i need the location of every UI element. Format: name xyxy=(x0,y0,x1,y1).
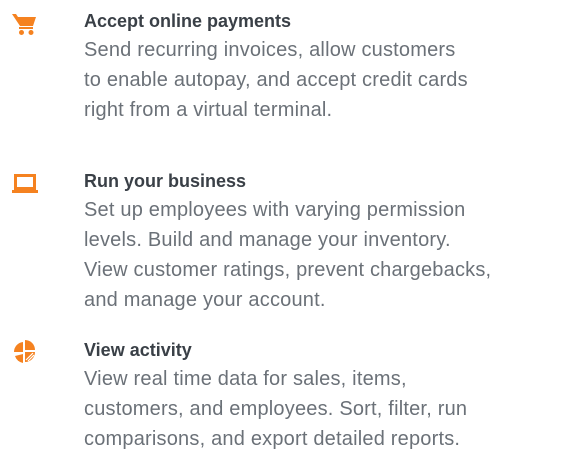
description-line: View real time data for sales, items, xyxy=(84,368,407,390)
description-line: to enable autopay, and accept credit car… xyxy=(84,69,468,91)
description-line: customers, and employees. Sort, filter, … xyxy=(84,398,468,420)
feature-title: Run your business xyxy=(84,171,247,191)
description-line: Set up employees with varying permission xyxy=(84,199,466,221)
feature-text: Run your business Set up employees with … xyxy=(84,170,580,315)
description-line: Send recurring invoices, allow customers xyxy=(84,39,456,61)
feature-title: Accept online payments xyxy=(84,11,292,31)
description-line: View customer ratings, prevent chargebac… xyxy=(84,259,492,281)
pie-chart-icon xyxy=(12,339,38,363)
feature-text: Accept online payments Send recurring in… xyxy=(84,10,580,125)
description-line: comparisons, and export detailed reports… xyxy=(84,428,461,450)
feature-description: Set up employees with varying permission… xyxy=(84,195,580,315)
feature-description: Send recurring invoices, allow customers… xyxy=(84,35,580,125)
feature-description: View real time data for sales, items, cu… xyxy=(84,364,580,454)
description-line: and manage your account. xyxy=(84,289,326,311)
shopping-cart-icon xyxy=(12,12,38,36)
feature-text: View activity View real time data for sa… xyxy=(84,339,580,454)
laptop-icon xyxy=(12,172,38,196)
description-line: right from a virtual terminal. xyxy=(84,99,333,121)
description-line: levels. Build and manage your inventory. xyxy=(84,229,451,251)
feature-title: View activity xyxy=(84,340,192,360)
